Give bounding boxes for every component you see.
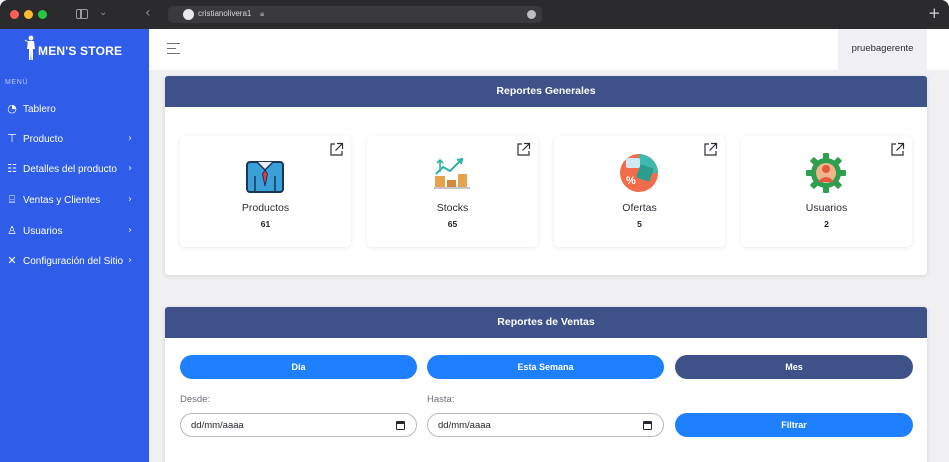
chevron-right-icon: › [128, 194, 132, 205]
calendar-icon[interactable] [396, 421, 405, 430]
from-label: Desde: [180, 394, 211, 405]
stat-value: 5 [637, 219, 642, 229]
stat-card-productos[interactable]: Productos 61 [180, 136, 351, 247]
sidebar-item-label: Ventas y Clientes [23, 195, 101, 206]
menu-label: MENÚ [5, 79, 29, 86]
calendar-icon[interactable] [643, 421, 652, 430]
to-label: Hasta: [427, 394, 455, 405]
sidebar: MEN'S STORE MENÚ ◔ Tablero ⊤ Producto › … [0, 29, 149, 462]
new-tab-icon[interactable]: + [928, 4, 941, 22]
stat-label: Ofertas [622, 202, 657, 214]
sidebar-item-configuracion[interactable]: ✕ Configuración del Sitio › [0, 251, 149, 273]
to-date-input[interactable]: dd/mm/aaaa [427, 413, 664, 437]
stat-value: 2 [824, 219, 829, 229]
brand[interactable]: MEN'S STORE [0, 29, 149, 71]
stat-label: Stocks [436, 202, 469, 214]
close-window-button[interactable] [10, 10, 19, 19]
user-gear-icon [806, 153, 846, 193]
chevron-right-icon: › [128, 255, 132, 266]
brand-name: MEN'S STORE [38, 44, 123, 58]
stat-value: 61 [260, 219, 271, 229]
sidebar-item-label: Producto [23, 134, 64, 145]
sidebar-item-ventas[interactable]: ⌸ Ventas y Clientes › [0, 190, 149, 212]
general-reports-title: Reportes Generales [165, 76, 927, 107]
lock-icon: 🔒︎ [260, 9, 265, 18]
stat-card-ofertas[interactable]: % Ofertas 5 [554, 136, 725, 247]
filter-button[interactable]: Filtrar [675, 413, 913, 437]
sales-reports-title: Reportes de Ventas [165, 307, 927, 338]
user-icon: ♙ [7, 224, 17, 237]
from-date-input[interactable]: dd/mm/aaaa [180, 413, 417, 437]
address-bar[interactable]: cristianolivera1 🔒︎ [168, 6, 542, 23]
browser-toolbar: ⌄ ‹ cristianolivera1 🔒︎ + [0, 0, 949, 29]
top-bar: pruebagerente [149, 29, 949, 70]
from-date-value: dd/mm/aaaa [191, 420, 244, 431]
site-settings-icon[interactable] [527, 10, 536, 19]
sidebar-item-detalles[interactable]: ☷ Detalles del producto › [0, 159, 149, 181]
sidebar-item-label: Tablero [23, 104, 56, 115]
stat-label: Productos [241, 202, 290, 214]
details-list-icon: ☷ [7, 162, 17, 175]
chevron-right-icon: › [128, 225, 132, 236]
month-button[interactable]: Mes [675, 355, 913, 379]
this-week-button[interactable]: Esta Semana [427, 355, 664, 379]
svg-text:%: % [626, 175, 636, 187]
general-reports-card: Reportes Generales Productos 61 Stocks 6… [165, 76, 927, 275]
external-link-icon[interactable] [890, 142, 905, 157]
sidebar-item-tablero[interactable]: ◔ Tablero [0, 99, 149, 121]
shirt-illustration-icon [246, 161, 284, 193]
minimize-window-button[interactable] [24, 10, 33, 19]
chevron-right-icon: › [128, 133, 132, 144]
sales-icon: ⌸ [8, 193, 16, 206]
external-link-icon[interactable] [703, 142, 718, 157]
sidebar-item-producto[interactable]: ⊤ Producto › [0, 129, 149, 151]
sidebar-item-label: Usuarios [23, 226, 63, 237]
sidebar-item-label: Detalles del producto [23, 164, 117, 175]
stat-card-stocks[interactable]: Stocks 65 [367, 136, 538, 247]
github-icon [183, 9, 194, 20]
sidebar-item-label: Configuración del Sitio [23, 256, 124, 267]
maximize-window-button[interactable] [38, 10, 47, 19]
main-content: pruebagerente Reportes Generales Product… [149, 29, 949, 462]
external-link-icon[interactable] [516, 142, 531, 157]
chevron-right-icon: › [128, 163, 132, 174]
discount-tag-icon: % [620, 154, 658, 192]
user-name: pruebagerente [851, 43, 914, 54]
stock-chart-icon [434, 157, 470, 189]
dashboard-icon: ◔ [7, 102, 17, 115]
back-icon[interactable]: ‹ [145, 5, 151, 21]
chevron-down-icon[interactable]: ⌄ [99, 7, 107, 18]
day-button[interactable]: Día [180, 355, 417, 379]
browser-sidebar-icon[interactable] [76, 9, 88, 19]
stat-card-usuarios[interactable]: Usuarios 2 [741, 136, 912, 247]
store-logo-icon [24, 35, 35, 60]
to-date-value: dd/mm/aaaa [438, 420, 491, 431]
hamburger-icon[interactable] [167, 43, 180, 55]
browser-window: ⌄ ‹ cristianolivera1 🔒︎ + MEN'S STORE ME… [0, 0, 949, 462]
external-link-icon[interactable] [329, 142, 344, 157]
sidebar-item-usuarios[interactable]: ♙ Usuarios › [0, 221, 149, 243]
tools-icon: ✕ [7, 254, 17, 267]
user-menu[interactable]: pruebagerente [838, 29, 927, 70]
sales-reports-card: Reportes de Ventas Día Esta Semana Mes D… [165, 307, 927, 462]
address-text: cristianolivera1 [198, 9, 252, 18]
stat-value: 65 [447, 219, 458, 229]
stat-label: Usuarios [805, 202, 848, 214]
shirt-icon: ⊤ [7, 132, 17, 145]
